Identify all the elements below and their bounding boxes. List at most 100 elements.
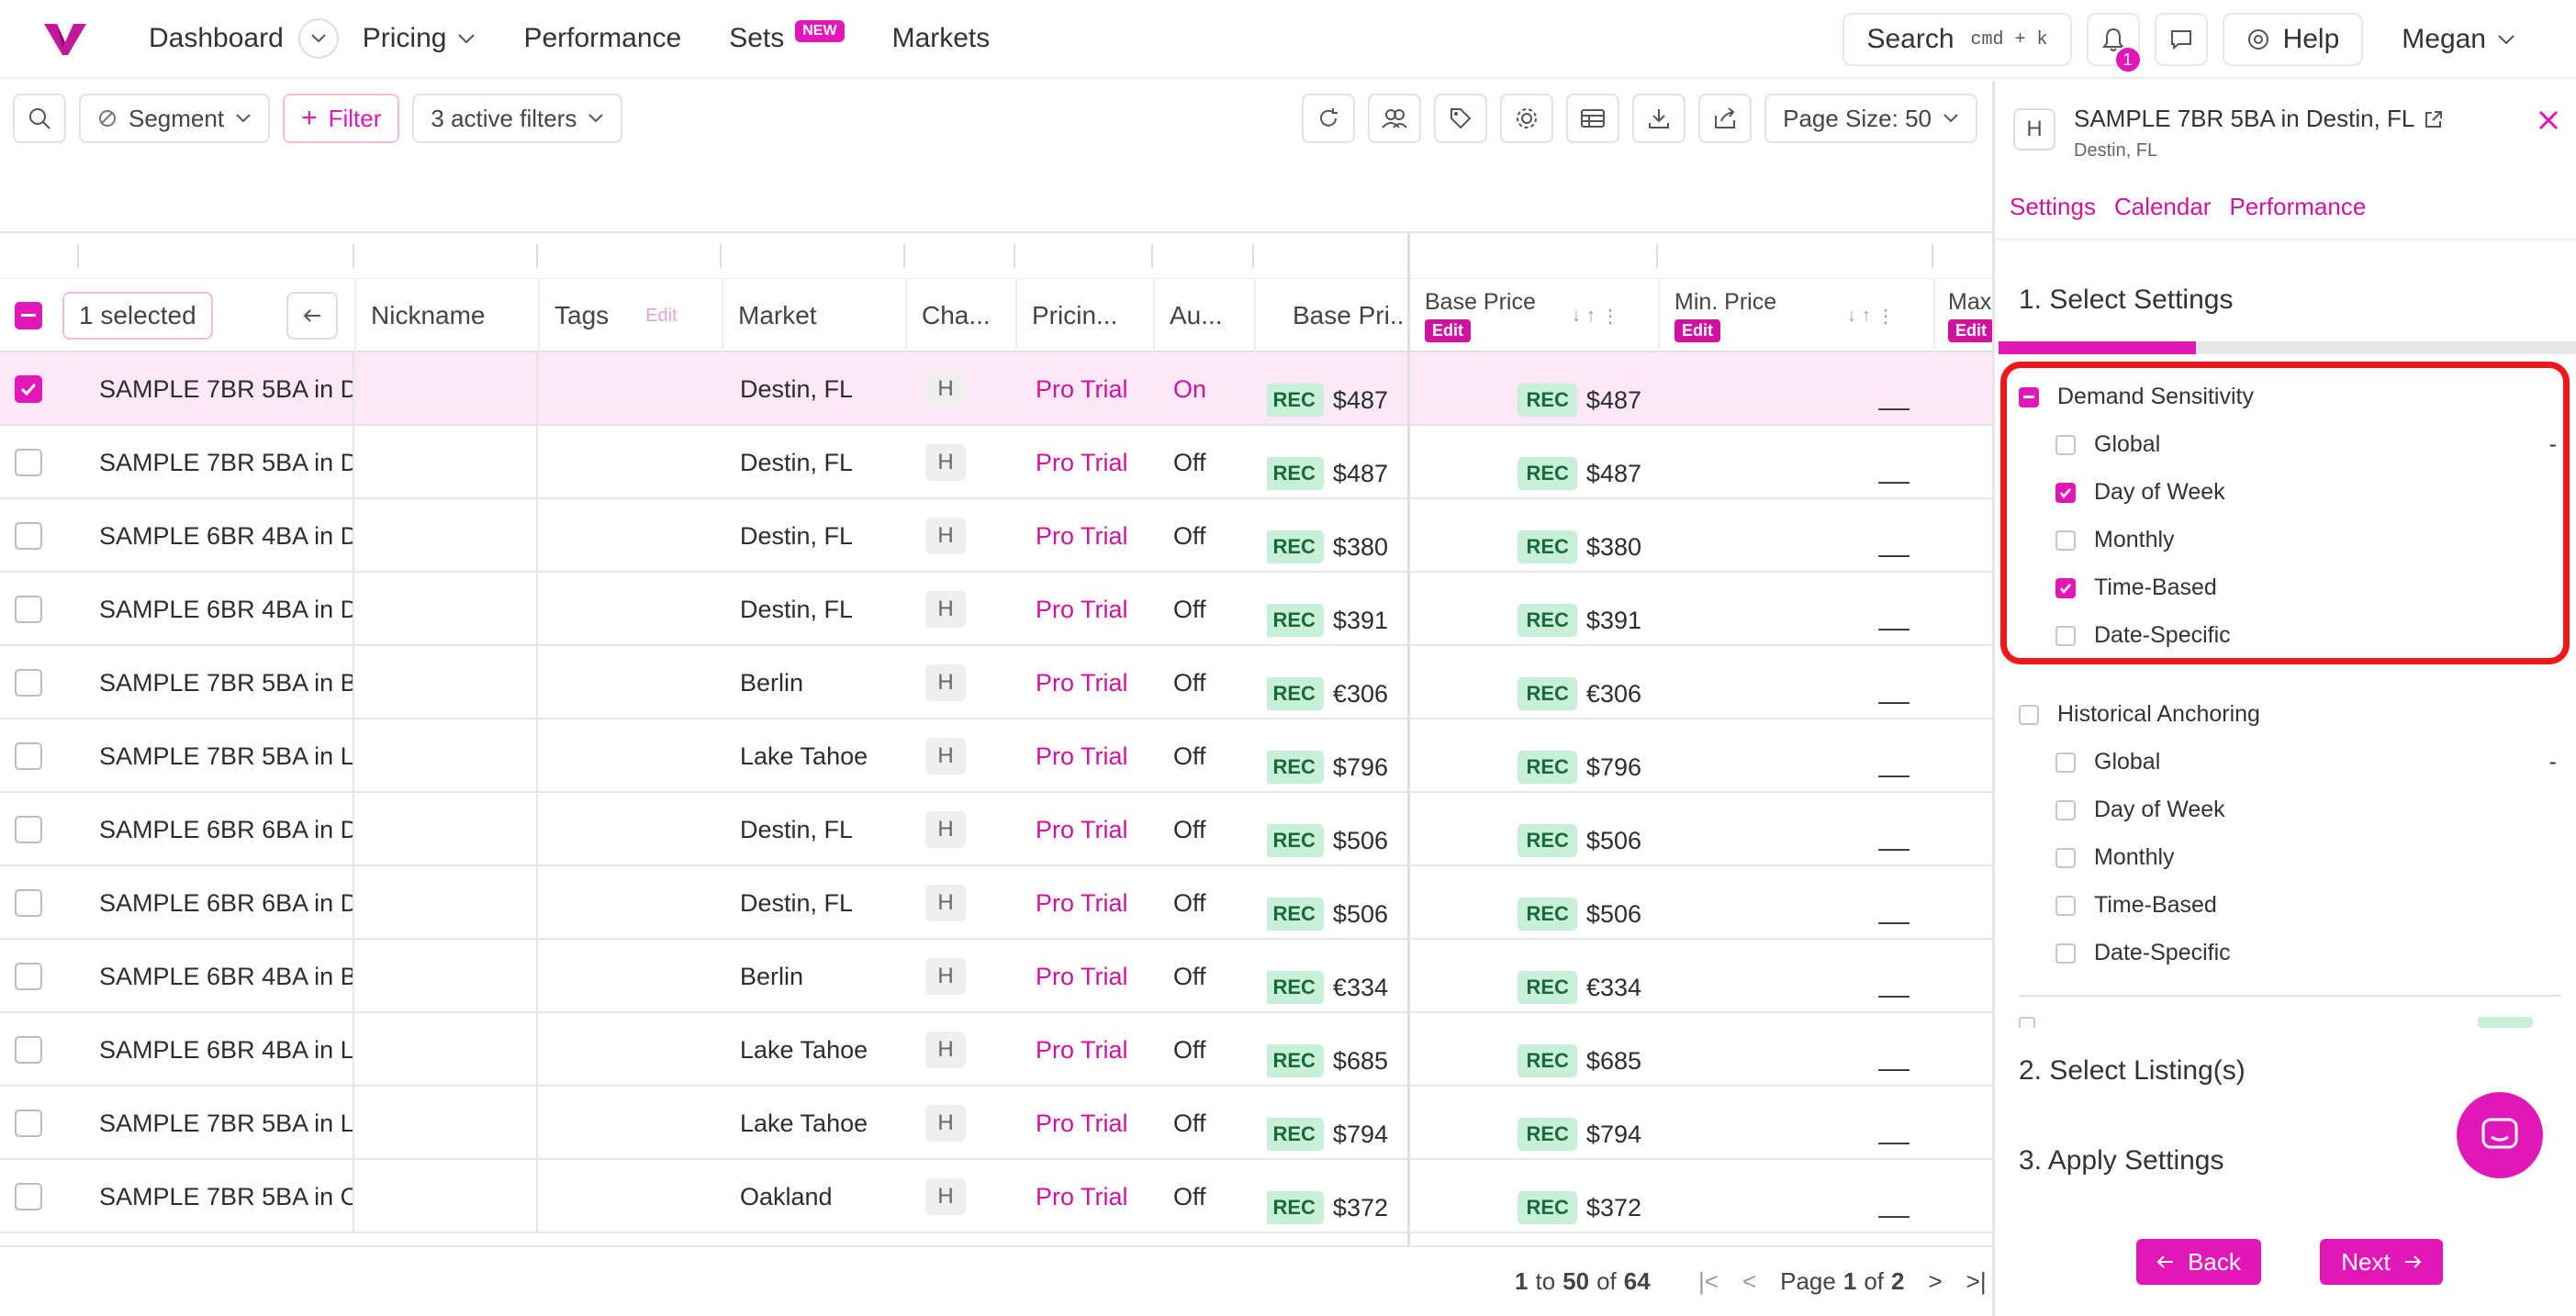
row-checkbox-cell[interactable] — [15, 793, 42, 866]
messages-button[interactable] — [2154, 13, 2208, 66]
row-checkbox-cell[interactable] — [15, 1160, 42, 1233]
auto-status-cell[interactable]: Off — [1173, 499, 1206, 573]
min-price-cell[interactable]: __ — [1873, 1094, 1910, 1167]
plan-cell[interactable]: Pro Trial — [1036, 646, 1128, 719]
sort-up-icon[interactable]: ↑ — [1586, 306, 1596, 327]
row-checkbox[interactable] — [15, 1110, 42, 1137]
plan-cell[interactable]: Pro Trial — [1036, 426, 1128, 499]
select-all-checkbox-cell[interactable] — [15, 279, 42, 352]
search-button[interactable]: Search cmd + k — [1842, 13, 2072, 66]
min-price-cell[interactable]: __ — [1873, 947, 1910, 1020]
sort-down-icon[interactable]: ↓ — [1847, 306, 1856, 327]
row-checkbox[interactable] — [15, 1183, 42, 1210]
plan-cell[interactable]: Pro Trial — [1036, 1087, 1128, 1160]
select-all-checkbox[interactable] — [15, 302, 42, 329]
setting-option[interactable]: Time-Based — [2055, 892, 2560, 919]
header-max-price[interactable]: Max Edit — [1933, 279, 1992, 352]
refresh-button[interactable] — [1302, 94, 1356, 143]
first-page-icon[interactable]: |< — [1698, 1267, 1719, 1296]
auto-status-cell[interactable]: Off — [1173, 940, 1206, 1013]
download-button[interactable] — [1632, 94, 1686, 143]
auto-status-cell[interactable]: Off — [1173, 719, 1206, 793]
external-link-icon[interactable] — [2424, 109, 2444, 129]
table-row[interactable]: SAMPLE 7BR 5BA in De Destin, FL H Pro Trial… — [0, 426, 1992, 499]
auto-status-cell[interactable]: On — [1173, 352, 1206, 426]
close-icon[interactable] — [2537, 108, 2560, 132]
listing-name[interactable]: SAMPLE 6BR 4BA in De — [99, 573, 353, 646]
sort-down-icon[interactable]: ↓ — [1572, 306, 1581, 327]
row-checkbox[interactable] — [15, 669, 42, 697]
table-row[interactable]: SAMPLE 6BR 4BA in La Lake Tahoe H Pro Trial… — [0, 1013, 1992, 1087]
header-pricing[interactable]: Pricin... — [1015, 279, 1149, 352]
auto-status-cell[interactable]: Off — [1173, 866, 1206, 940]
column-menu-icon[interactable]: ⋮ — [1876, 305, 1895, 328]
max-price-edit-button[interactable]: Edit — [1948, 319, 1992, 342]
plan-cell[interactable]: Pro Trial — [1036, 1160, 1128, 1233]
users-button[interactable] — [1368, 94, 1422, 143]
plan-cell[interactable]: Pro Trial — [1036, 719, 1128, 793]
table-row[interactable]: SAMPLE 6BR 4BA in De Destin, FL H Pro Trial… — [0, 573, 1992, 646]
row-checkbox-cell[interactable] — [15, 1013, 42, 1087]
table-row[interactable]: SAMPLE 7BR 5BA in La Lake Tahoe H Pro Trial… — [0, 1087, 1992, 1160]
sort-up-icon[interactable]: ↑ — [1862, 306, 1871, 327]
header-channel[interactable]: Cha... — [905, 279, 1012, 352]
setting-option[interactable]: Global - — [2055, 749, 2560, 775]
row-checkbox-cell[interactable] — [15, 940, 42, 1013]
group-checkbox[interactable] — [2019, 704, 2039, 725]
row-checkbox-cell[interactable] — [15, 866, 42, 940]
last-page-icon[interactable]: >| — [1966, 1267, 1987, 1296]
min-price-cell[interactable]: __ — [1873, 433, 1910, 507]
plan-cell[interactable]: Pro Trial — [1036, 352, 1128, 426]
tab-calendar[interactable]: Calendar — [2114, 193, 2212, 221]
row-checkbox-cell[interactable] — [15, 719, 42, 793]
min-price-cell[interactable]: __ — [1873, 360, 1910, 433]
plan-cell[interactable]: Pro Trial — [1036, 793, 1128, 866]
nav-dashboard[interactable]: Dashboard — [125, 10, 308, 67]
row-checkbox-cell[interactable] — [15, 573, 42, 646]
listing-name[interactable]: SAMPLE 6BR 6BA in De — [99, 866, 353, 940]
header-auto[interactable]: Au... — [1153, 279, 1250, 352]
active-filters-dropdown[interactable]: 3 active filters — [412, 94, 623, 143]
option-checkbox[interactable] — [2055, 847, 2076, 868]
step-select-settings[interactable]: 1. Select Settings — [2019, 284, 2233, 316]
table-row[interactable]: SAMPLE 6BR 4BA in Be Berlin H Pro Trial Off R… — [0, 940, 1992, 1013]
nav-markets[interactable]: Markets — [868, 10, 1014, 67]
segment-dropdown[interactable]: Segment — [79, 94, 271, 143]
auto-status-cell[interactable]: Off — [1173, 573, 1206, 646]
tab-settings[interactable]: Settings — [2010, 193, 2096, 221]
row-checkbox[interactable] — [15, 816, 42, 843]
back-button[interactable]: Back — [2136, 1239, 2261, 1285]
listing-name[interactable]: SAMPLE 7BR 5BA in De — [99, 352, 353, 426]
setting-option[interactable]: Date-Specific — [2055, 940, 2560, 966]
option-checkbox[interactable] — [2055, 752, 2076, 773]
header-market[interactable]: Market — [722, 279, 902, 352]
table-row[interactable]: SAMPLE 6BR 6BA in De Destin, FL H Pro Trial… — [0, 866, 1992, 940]
min-price-edit-button[interactable]: Edit — [1674, 319, 1720, 342]
auto-status-cell[interactable]: Off — [1173, 646, 1206, 719]
row-checkbox[interactable] — [15, 596, 42, 623]
settings-button[interactable] — [1500, 94, 1554, 143]
auto-status-cell[interactable]: Off — [1173, 1160, 1206, 1233]
header-tags[interactable]: Tags Edit — [538, 279, 718, 352]
notifications-button[interactable]: 1 — [2086, 13, 2142, 73]
collapse-column-button[interactable] — [286, 292, 338, 340]
min-price-cell[interactable]: __ — [1873, 1167, 1910, 1241]
tab-performance[interactable]: Performance — [2229, 193, 2366, 221]
listing-name[interactable]: SAMPLE 7BR 5BA in La — [99, 1087, 353, 1160]
listing-name[interactable]: SAMPLE 7BR 5BA in Oa — [99, 1160, 353, 1233]
add-filter-button[interactable]: + Filter — [283, 94, 400, 143]
row-checkbox[interactable] — [15, 1036, 42, 1064]
min-price-cell[interactable]: __ — [1873, 1020, 1910, 1094]
page-size-dropdown[interactable]: Page Size: 50 — [1764, 94, 1977, 143]
min-price-sort-controls[interactable]: ↓ ↑ ⋮ — [1847, 279, 1921, 352]
nav-sets[interactable]: Sets NEW — [705, 10, 868, 67]
option-checkbox[interactable] — [2055, 799, 2076, 820]
listing-name[interactable]: SAMPLE 6BR 4BA in De — [99, 499, 353, 573]
base-price-edit-button[interactable]: Edit — [1425, 319, 1471, 342]
listing-name[interactable]: SAMPLE 7BR 5BA in De — [99, 426, 353, 499]
columns-button[interactable] — [1566, 94, 1620, 143]
listing-name[interactable]: SAMPLE 7BR 5BA in La — [99, 719, 353, 793]
base-price-cell[interactable]: REC $372 — [1414, 1171, 1643, 1244]
step-apply-settings[interactable]: 3. Apply Settings — [2019, 1145, 2223, 1177]
auto-status-cell[interactable]: Off — [1173, 793, 1206, 866]
